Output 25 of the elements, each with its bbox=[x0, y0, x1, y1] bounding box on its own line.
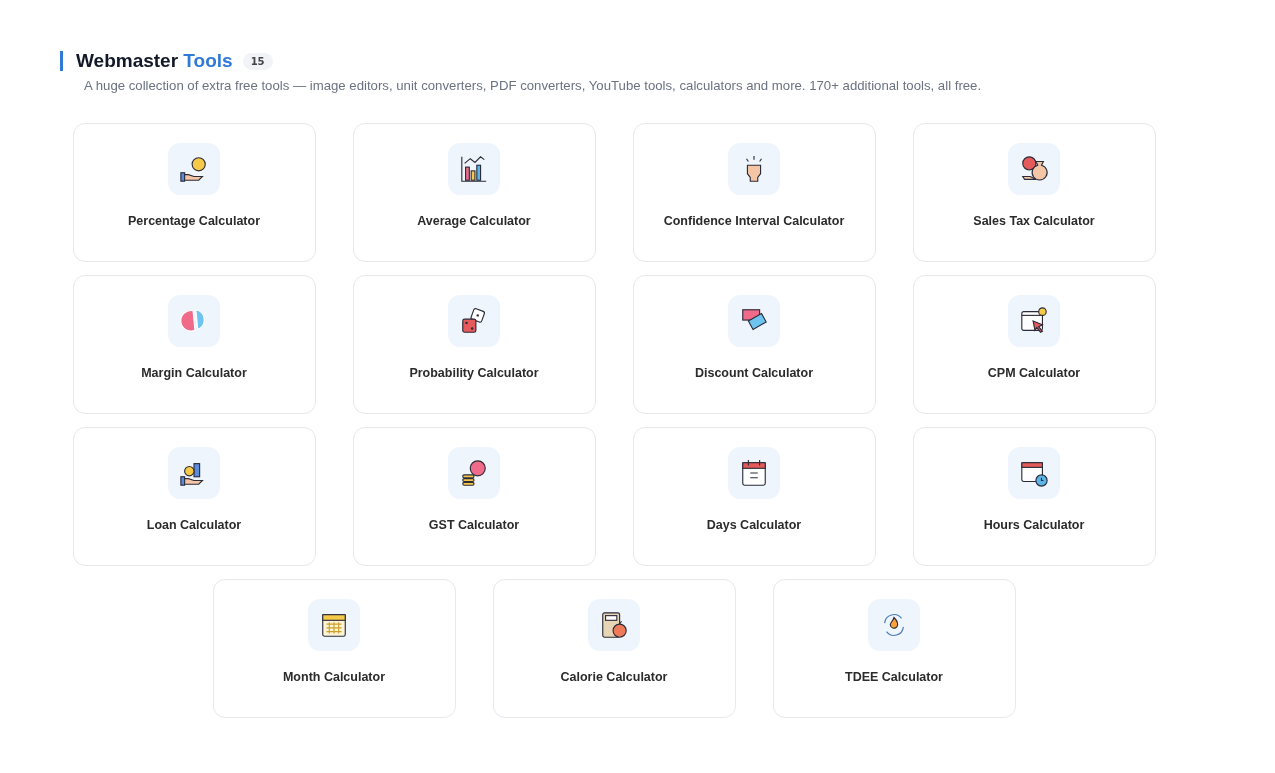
tool-card[interactable]: TDEE Calculator bbox=[772, 579, 1016, 718]
tool-card[interactable]: Confidence Interval Calculator bbox=[632, 123, 876, 262]
tool-card[interactable]: Days Calculator bbox=[632, 427, 876, 566]
tool-card[interactable]: Average Calculator bbox=[352, 123, 596, 262]
calendar-icon bbox=[739, 458, 769, 488]
tool-card[interactable]: Margin Calculator bbox=[72, 275, 316, 414]
browser-cursor-icon bbox=[1019, 306, 1049, 336]
tool-card[interactable]: GST Calculator bbox=[352, 427, 596, 566]
coins-icon bbox=[459, 458, 489, 488]
tool-card[interactable]: Month Calculator bbox=[212, 579, 456, 718]
bar-chart-icon bbox=[459, 154, 489, 184]
section-description: A huge collection of extra free tools — image editors, unit converters, PDF converters, YouTube tools, calculators and more. 170+ additional tools, all free. bbox=[84, 78, 983, 93]
tool-card[interactable]: Hours Calculator bbox=[912, 427, 1156, 566]
tool-card[interactable]: Loan Calculator bbox=[72, 427, 316, 566]
coin-hand-icon bbox=[179, 154, 209, 184]
count-badge: 15 bbox=[242, 52, 273, 70]
tool-card[interactable]: Calorie Calculator bbox=[492, 579, 736, 718]
calculator-apple-icon bbox=[599, 610, 629, 640]
tool-card[interactable]: Discount Calculator bbox=[632, 275, 876, 414]
tool-card[interactable]: Sales Tax Calculator bbox=[912, 123, 1156, 262]
tool-card[interactable]: Probability Calculator bbox=[352, 275, 596, 414]
section-title: Webmaster Tools bbox=[76, 50, 233, 72]
tool-card[interactable]: Percentage Calculator bbox=[72, 123, 316, 262]
money-bag-icon bbox=[1019, 154, 1049, 184]
tool-card[interactable]: CPM Calculator bbox=[912, 275, 1156, 414]
